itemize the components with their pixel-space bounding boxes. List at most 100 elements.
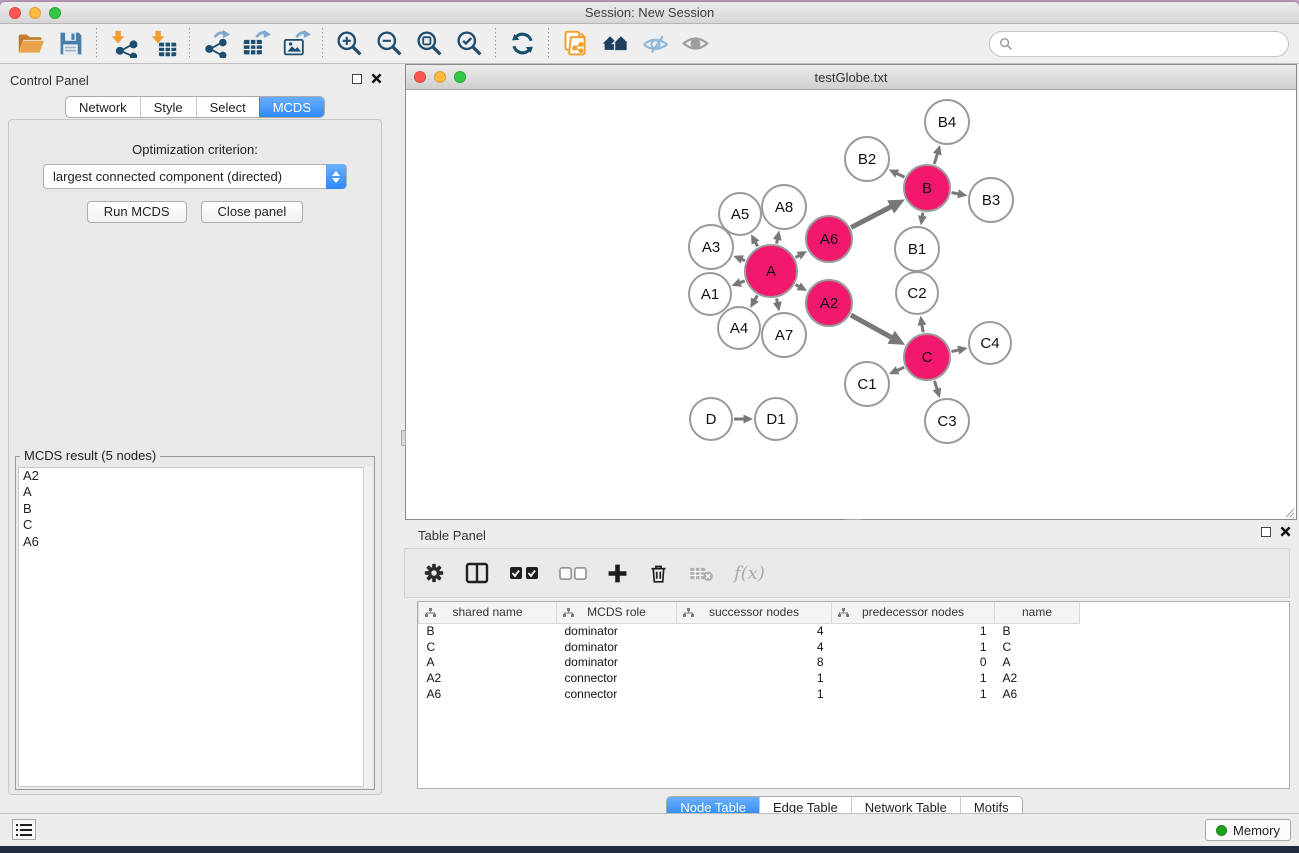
graph-node-A8[interactable]: A8 <box>761 184 807 230</box>
graph-node-C4[interactable]: C4 <box>968 321 1012 365</box>
import-table-button[interactable] <box>143 26 183 62</box>
criterion-select[interactable]: largest connected component (directed) <box>43 164 347 189</box>
close-panel-button[interactable]: Close panel <box>201 201 304 223</box>
hide-selected-button[interactable] <box>635 26 675 62</box>
table-cell[interactable]: 0 <box>832 654 995 670</box>
table-cell[interactable]: 1 <box>677 670 832 686</box>
zoom-selected-button[interactable] <box>449 26 489 62</box>
table-cell[interactable]: A <box>419 654 557 670</box>
refresh-button[interactable] <box>502 26 542 62</box>
column-header-shared-name[interactable]: shared name <box>419 602 557 623</box>
graph-node-B4[interactable]: B4 <box>924 99 970 145</box>
function-builder-button[interactable]: f(x) <box>734 563 765 584</box>
close-panel-icon[interactable] <box>371 73 382 84</box>
table-cell[interactable]: 8 <box>677 654 832 670</box>
result-item[interactable]: C <box>19 517 371 533</box>
search-field[interactable] <box>989 31 1289 57</box>
task-history-button[interactable] <box>12 819 36 840</box>
delete-table-button[interactable] <box>689 565 714 582</box>
table-cell[interactable]: 4 <box>677 639 832 655</box>
show-all-button[interactable] <box>675 26 715 62</box>
close-panel-icon[interactable] <box>1280 526 1291 537</box>
graph-node-B1[interactable]: B1 <box>894 226 940 272</box>
result-scrollbar[interactable] <box>363 467 372 787</box>
table-row[interactable]: Adominator80A <box>419 654 1080 670</box>
graph-node-A2[interactable]: A2 <box>805 279 853 327</box>
show-column-panel-button[interactable] <box>465 561 489 585</box>
export-image-button[interactable] <box>276 26 316 62</box>
graph-node-C[interactable]: C <box>903 333 951 381</box>
table-cell[interactable]: A6 <box>419 686 557 702</box>
tab-mcds[interactable]: MCDS <box>259 97 324 117</box>
table-cell[interactable]: dominator <box>557 623 677 639</box>
table-cell[interactable]: B <box>419 623 557 639</box>
graph-node-C1[interactable]: C1 <box>844 361 890 407</box>
graph-node-B3[interactable]: B3 <box>968 177 1014 223</box>
table-cell[interactable]: dominator <box>557 654 677 670</box>
graph-node-C2[interactable]: C2 <box>895 271 939 315</box>
tab-select[interactable]: Select <box>196 97 259 117</box>
table-cell[interactable]: connector <box>557 686 677 702</box>
zoom-in-button[interactable] <box>329 26 369 62</box>
result-item[interactable]: A6 <box>19 534 371 550</box>
column-header-MCDS-role[interactable]: MCDS role <box>557 602 677 623</box>
graph-node-D[interactable]: D <box>689 397 733 441</box>
table-cell[interactable]: A <box>995 654 1080 670</box>
tab-style[interactable]: Style <box>140 97 196 117</box>
table-cell[interactable]: connector <box>557 670 677 686</box>
float-panel-icon[interactable] <box>1261 527 1271 537</box>
resize-grip-icon[interactable] <box>1282 505 1295 518</box>
column-header-predecessor-nodes[interactable]: predecessor nodes <box>832 602 995 623</box>
graph-node-A5[interactable]: A5 <box>718 192 762 236</box>
export-network-button[interactable] <box>196 26 236 62</box>
unselect-all-columns-button[interactable] <box>559 567 587 580</box>
table-cell[interactable]: C <box>995 639 1080 655</box>
column-header-name[interactable]: name <box>995 602 1080 623</box>
graph-node-A7[interactable]: A7 <box>761 312 807 358</box>
table-cell[interactable]: 1 <box>677 686 832 702</box>
table-cell[interactable]: C <box>419 639 557 655</box>
table-cell[interactable]: 1 <box>832 686 995 702</box>
result-item[interactable]: A2 <box>19 468 371 484</box>
import-network-button[interactable] <box>103 26 143 62</box>
float-panel-icon[interactable] <box>352 74 362 84</box>
graph-node-A[interactable]: A <box>744 244 798 298</box>
column-header-successor-nodes[interactable]: successor nodes <box>677 602 832 623</box>
zoom-out-button[interactable] <box>369 26 409 62</box>
select-all-columns-button[interactable] <box>509 566 539 580</box>
table-cell[interactable]: A2 <box>419 670 557 686</box>
table-cell[interactable]: A6 <box>995 686 1080 702</box>
table-settings-button[interactable] <box>423 562 445 584</box>
zoom-fit-button[interactable] <box>409 26 449 62</box>
run-mcds-button[interactable]: Run MCDS <box>87 201 187 223</box>
network-canvas[interactable]: AA1A2A3A4A5A6A7A8BB1B2B3B4CC1C2C3C4DD1 <box>406 90 1296 519</box>
graph-node-D1[interactable]: D1 <box>754 397 798 441</box>
table-cell[interactable]: 1 <box>832 670 995 686</box>
table-cell[interactable]: A2 <box>995 670 1080 686</box>
graph-node-A4[interactable]: A4 <box>717 306 761 350</box>
first-neighbors-button[interactable] <box>595 26 635 62</box>
create-column-button[interactable] <box>607 563 628 584</box>
tab-network[interactable]: Network <box>66 97 140 117</box>
table-row[interactable]: A6connector11A6 <box>419 686 1080 702</box>
graph-node-C3[interactable]: C3 <box>924 398 970 444</box>
open-session-button[interactable] <box>10 26 50 62</box>
export-table-button[interactable] <box>236 26 276 62</box>
clone-network-button[interactable] <box>555 26 595 62</box>
table-cell[interactable]: B <box>995 623 1080 639</box>
network-window-titlebar[interactable]: testGlobe.txt <box>406 65 1296 90</box>
graph-node-B[interactable]: B <box>903 164 951 212</box>
table-cell[interactable]: dominator <box>557 639 677 655</box>
save-session-button[interactable] <box>50 26 90 62</box>
result-item[interactable]: A <box>19 484 371 500</box>
graph-node-B2[interactable]: B2 <box>844 136 890 182</box>
table-cell[interactable]: 1 <box>832 623 995 639</box>
search-input[interactable] <box>1018 36 1279 51</box>
table-cell[interactable]: 1 <box>832 639 995 655</box>
table-row[interactable]: Cdominator41C <box>419 639 1080 655</box>
memory-button[interactable]: Memory <box>1205 819 1291 841</box>
table-row[interactable]: Bdominator41B <box>419 623 1080 639</box>
table-row[interactable]: A2connector11A2 <box>419 670 1080 686</box>
graph-node-A6[interactable]: A6 <box>805 215 853 263</box>
result-item[interactable]: B <box>19 501 371 517</box>
